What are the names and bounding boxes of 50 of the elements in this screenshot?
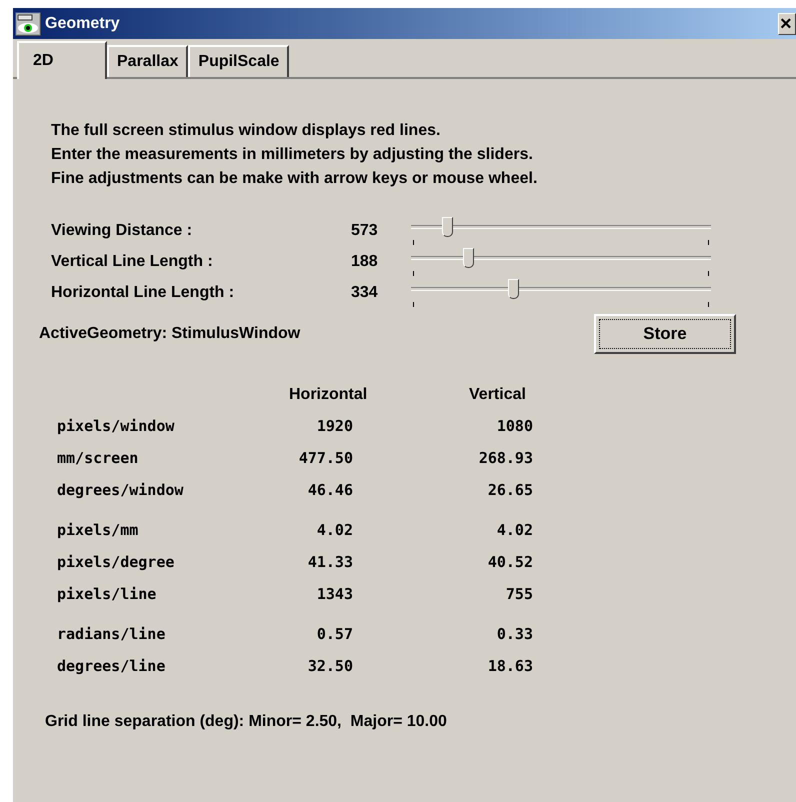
close-button[interactable]: ×	[778, 12, 796, 34]
table-cell-text: 477.50	[298, 448, 353, 469]
table-cell-text: 4.02	[316, 520, 353, 541]
slider-value: 334	[351, 282, 379, 302]
slider-track[interactable]	[411, 246, 711, 276]
slider-thumb[interactable]	[463, 248, 474, 268]
slider-thumb[interactable]	[508, 278, 519, 298]
row-label: pixels/degree	[57, 552, 176, 573]
slider-thumb[interactable]	[442, 216, 453, 236]
row-label: pixels/line	[57, 584, 158, 605]
table-cell-text: 41.33	[306, 552, 353, 573]
table-cell-text: 18.63	[486, 656, 533, 677]
slider-label: Horizontal Line Length :	[51, 282, 236, 302]
column-header: Horizontal	[289, 385, 368, 405]
table-cell-text: 32.50	[306, 656, 353, 677]
row-label: mm/screen	[57, 448, 140, 469]
tab[interactable]: 2D	[17, 41, 107, 79]
row-label: pixels/mm	[57, 520, 140, 541]
row-label: degrees/line	[57, 656, 166, 677]
window-title: Geometry	[45, 14, 120, 34]
slider-label: Viewing Distance :	[51, 220, 194, 240]
table-cell-text: 268.93	[478, 448, 533, 469]
table-cell-text: 755	[504, 584, 533, 605]
instruction-text: The full screen stimulus window displays red lines.	[51, 121, 442, 141]
slider-label: Vertical Line Length :	[51, 252, 214, 272]
table-cell-text: 1920	[316, 416, 353, 437]
row-label: pixels/window	[57, 416, 176, 437]
column-header: Vertical	[469, 385, 527, 405]
table-cell-text: 40.52	[486, 552, 533, 573]
instruction-text: Enter the measurements in millimeters by adjusting the sliders.	[51, 145, 534, 165]
tab[interactable]: Parallax	[107, 45, 188, 77]
active-geometry-label: ActiveGeometry: StimulusWindow	[39, 324, 302, 344]
store-button[interactable]: Store	[594, 314, 736, 354]
table-cell-text: 1343	[316, 584, 353, 605]
tab[interactable]: PupilScale	[188, 45, 290, 77]
eye-icon	[15, 12, 41, 36]
slider-track[interactable]	[411, 216, 711, 246]
table-cell-text: 0.33	[496, 624, 533, 645]
table-cell-text: 46.46	[306, 480, 353, 501]
instruction-text: Fine adjustments can be make with arrow keys or mouse wheel.	[51, 169, 538, 189]
slider-value: 573	[351, 220, 379, 240]
table-cell-text: 26.65	[486, 480, 533, 501]
slider-value: 188	[351, 252, 379, 272]
table-cell-text: 4.02	[496, 520, 533, 541]
row-label: degrees/window	[57, 480, 184, 501]
grid-separation-note: Grid line separation (deg): Minor= 2.50, Major= 10.00	[44, 712, 448, 732]
table-cell-text: 0.57	[316, 624, 353, 645]
row-label: radians/line	[57, 624, 166, 645]
slider-track[interactable]	[411, 278, 711, 308]
table-cell-text: 1080	[496, 416, 533, 437]
